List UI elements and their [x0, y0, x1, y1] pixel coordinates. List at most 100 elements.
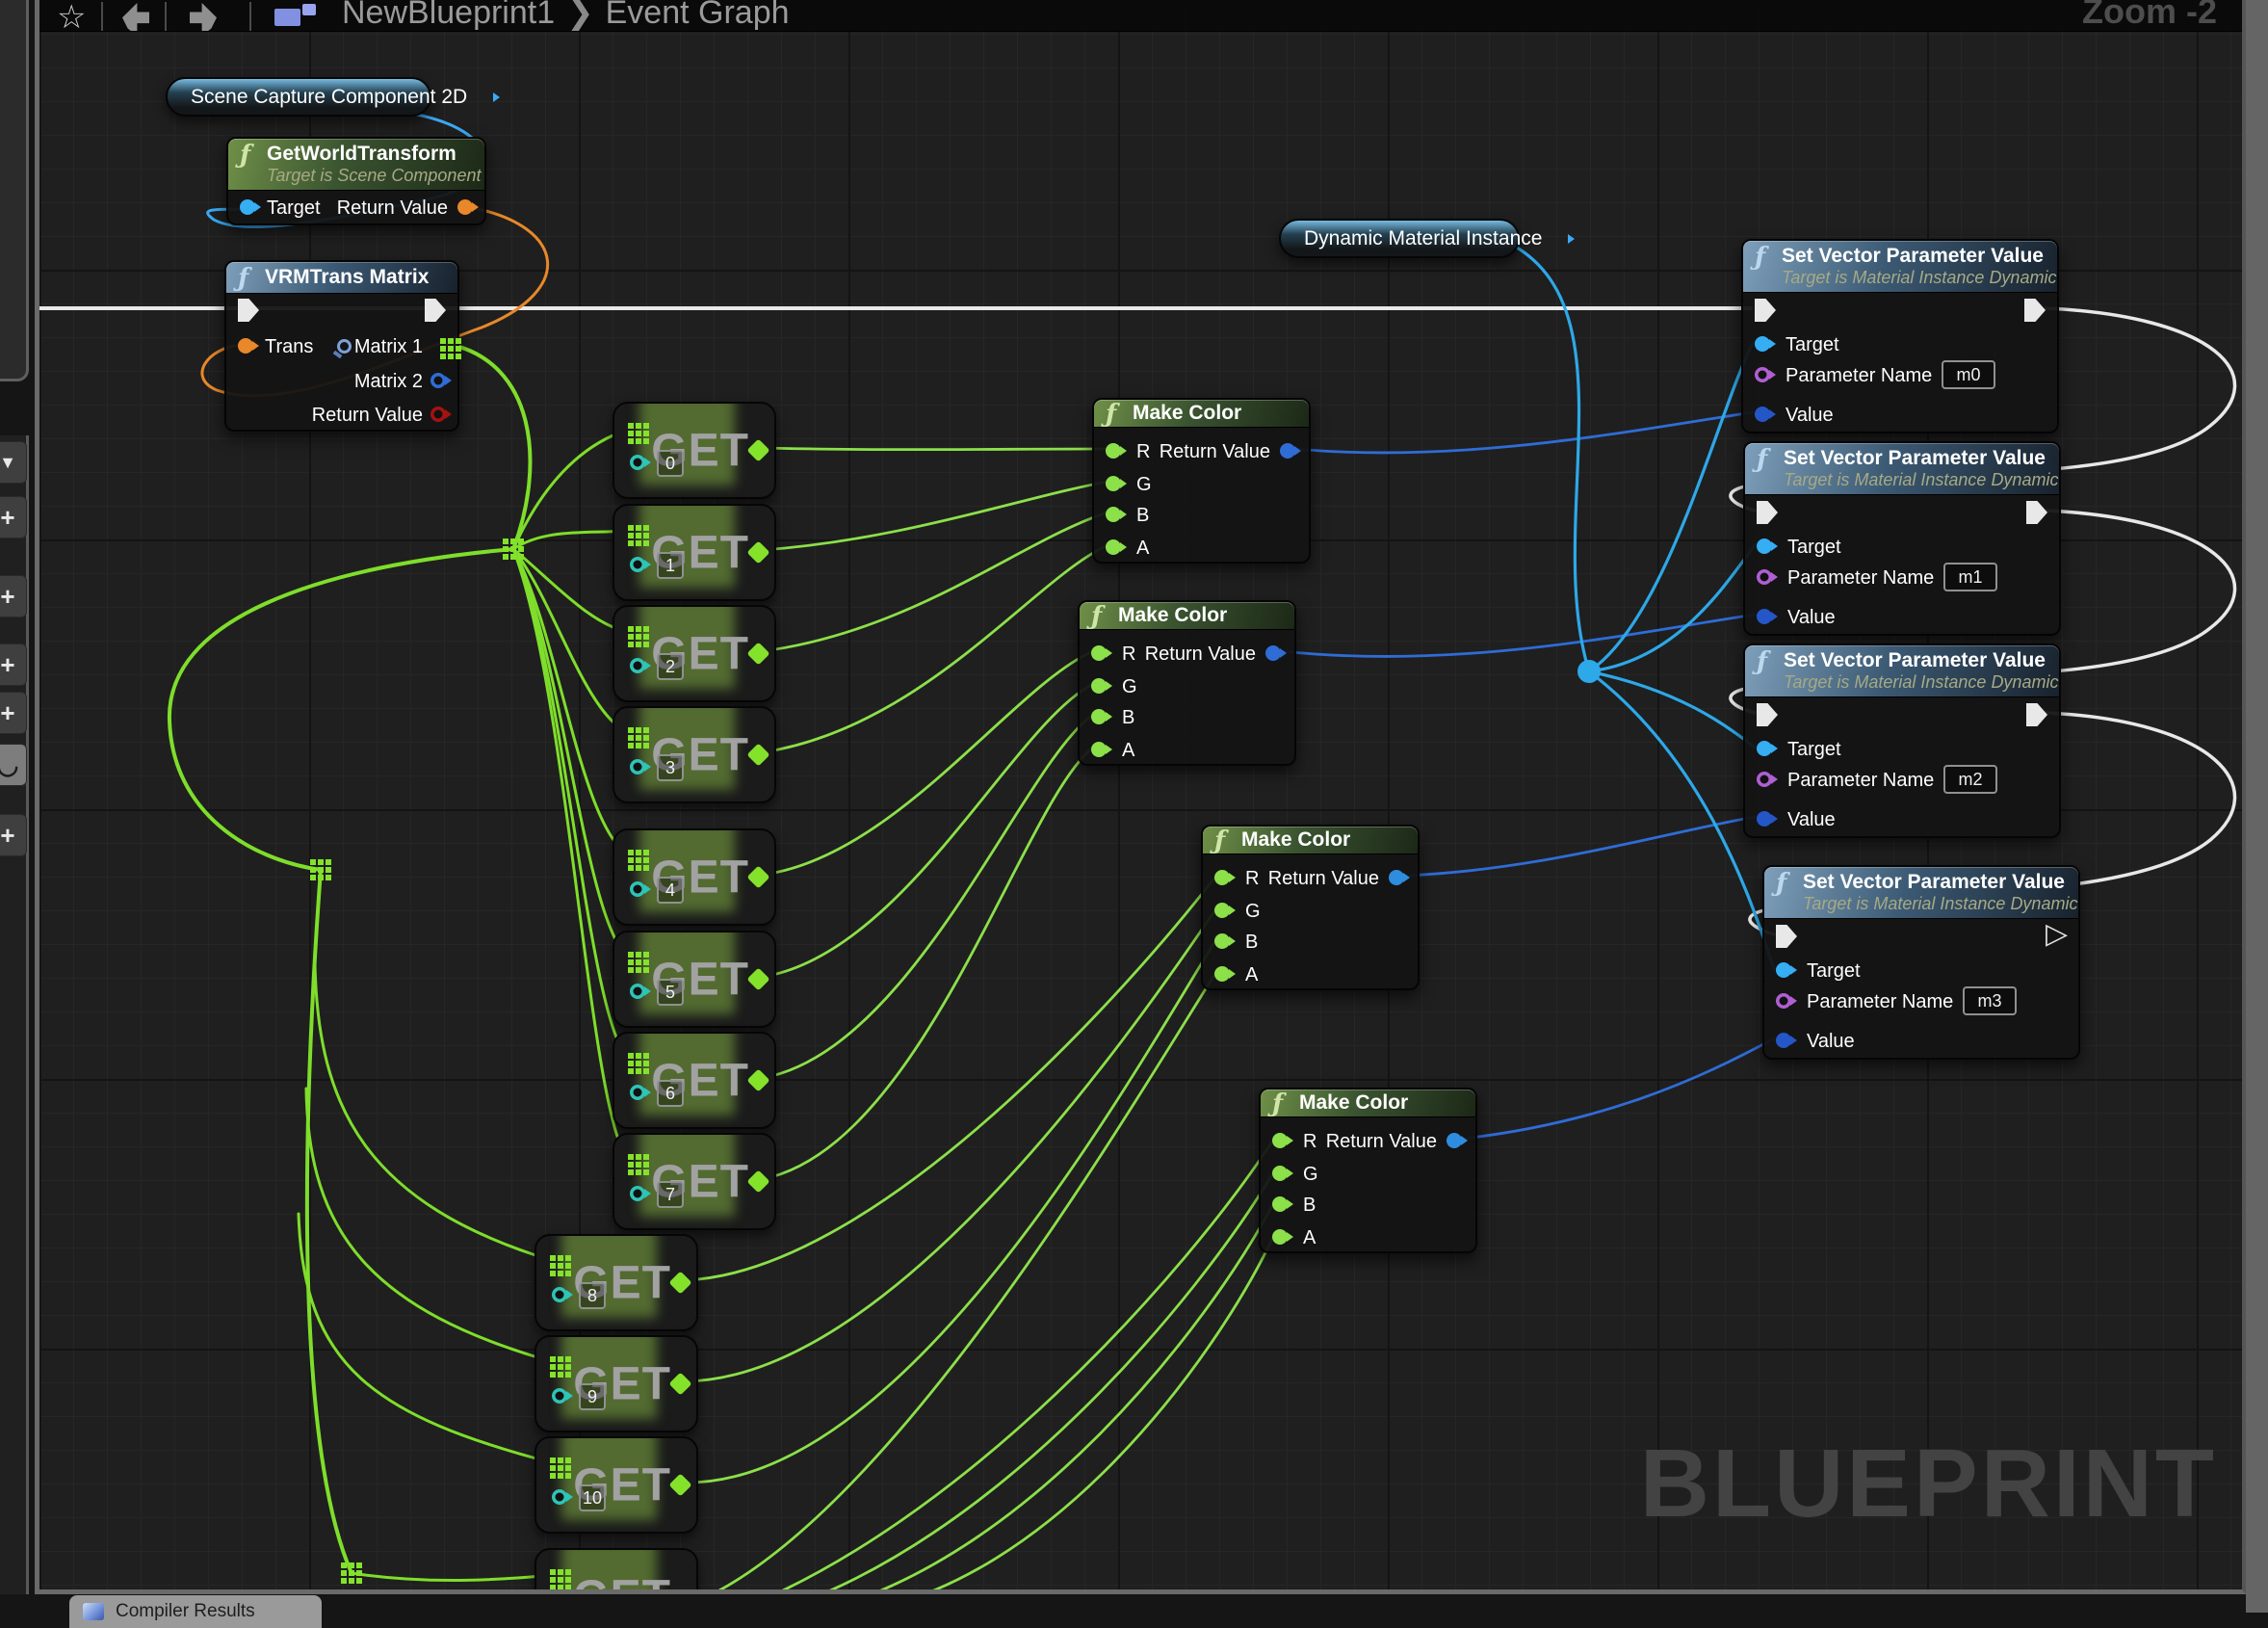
node-scene-capture-component[interactable]: Scene Capture Component 2D: [166, 77, 431, 117]
parameter-name-value[interactable]: m0: [1942, 360, 1995, 389]
array-input-pin[interactable]: [628, 626, 634, 632]
node-get-4[interactable]: GET 4: [613, 828, 776, 926]
element-output-pin[interactable]: [668, 1473, 691, 1496]
array-input-pin[interactable]: [628, 1154, 634, 1160]
index-value[interactable]: 5: [657, 979, 684, 1006]
color-output-pin[interactable]: [1447, 1133, 1462, 1148]
parameter-name-input-pin[interactable]: [1757, 772, 1772, 787]
b-input-pin[interactable]: [1106, 507, 1121, 522]
exec-input-pin[interactable]: [1776, 925, 1797, 948]
target-input-pin[interactable]: [240, 199, 255, 215]
reroute-node-array[interactable]: [310, 859, 316, 865]
parameter-name-value[interactable]: m2: [1943, 765, 1997, 794]
array-input-pin[interactable]: [628, 525, 634, 531]
favorite-star-icon[interactable]: ☆: [57, 0, 86, 32]
array-input-pin[interactable]: [550, 1356, 556, 1362]
b-input-pin[interactable]: [1091, 709, 1107, 724]
index-input-pin[interactable]: [630, 1085, 645, 1100]
element-output-pin[interactable]: [668, 1372, 691, 1395]
value-input-pin[interactable]: [1755, 407, 1770, 422]
node-dynamic-material-instance[interactable]: Dynamic Material Instance: [1279, 219, 1520, 258]
exec-input-pin[interactable]: [1755, 299, 1776, 322]
a-input-pin[interactable]: [1091, 742, 1107, 757]
g-input-pin[interactable]: [1091, 678, 1107, 694]
r-input-pin[interactable]: [1214, 870, 1230, 885]
array-input-pin[interactable]: [628, 952, 634, 958]
return-value-output-pin[interactable]: [430, 407, 446, 422]
parameter-name-input-pin[interactable]: [1757, 569, 1772, 585]
index-input-pin[interactable]: [630, 1186, 645, 1201]
eye-button[interactable]: ◡: [0, 744, 27, 786]
index-value[interactable]: 3: [657, 754, 684, 781]
g-input-pin[interactable]: [1272, 1166, 1288, 1181]
node-get-world-transform[interactable]: ƒ GetWorldTransform Target is Scene Comp…: [226, 137, 486, 225]
node-get-11-clipped[interactable]: GET: [534, 1548, 698, 1594]
index-value[interactable]: 9: [579, 1383, 606, 1410]
index-value[interactable]: 8: [579, 1282, 606, 1309]
target-input-pin[interactable]: [1776, 962, 1791, 978]
target-input-pin[interactable]: [1757, 538, 1772, 554]
node-vrmtrans-matrix[interactable]: ƒ VRMTrans Matrix Trans Matrix 1 Matrix …: [224, 260, 459, 432]
exec-input-pin[interactable]: [1757, 703, 1778, 726]
node-make-color-3[interactable]: ƒ Make Color R Return Value G B A: [1201, 825, 1420, 990]
node-get-6[interactable]: GET 6: [613, 1032, 776, 1129]
exec-output-pin[interactable]: [2026, 501, 2047, 524]
element-output-pin[interactable]: [746, 967, 769, 990]
magnifier-icon[interactable]: [337, 339, 352, 354]
array-input-pin[interactable]: [550, 1569, 556, 1575]
index-input-pin[interactable]: [630, 881, 645, 897]
target-input-pin[interactable]: [1757, 741, 1772, 756]
forward-arrow-icon[interactable]: [190, 3, 217, 32]
array-input-pin[interactable]: [628, 423, 634, 429]
element-output-pin[interactable]: [746, 743, 769, 766]
exec-output-pin[interactable]: [2026, 703, 2047, 726]
a-input-pin[interactable]: [1214, 966, 1230, 982]
r-input-pin[interactable]: [1091, 645, 1107, 661]
index-value[interactable]: 2: [657, 653, 684, 680]
exec-output-pin[interactable]: [425, 299, 446, 322]
value-input-pin[interactable]: [1776, 1033, 1791, 1048]
index-input-pin[interactable]: [552, 1489, 567, 1505]
element-output-pin[interactable]: [746, 865, 769, 888]
target-input-pin[interactable]: [1755, 336, 1770, 352]
reroute-node-object[interactable]: [1577, 660, 1601, 683]
node-set-vector-parameter-3[interactable]: ƒ Set Vector Parameter Value Target is M…: [1743, 643, 2061, 838]
matrix2-output-pin[interactable]: [430, 373, 446, 388]
breadcrumb-blueprint[interactable]: NewBlueprint1: [342, 0, 555, 31]
reroute-node-array[interactable]: [341, 1562, 347, 1568]
index-value[interactable]: 4: [657, 877, 684, 904]
b-input-pin[interactable]: [1214, 933, 1230, 949]
color-output-pin[interactable]: [1389, 870, 1404, 885]
index-value[interactable]: 10: [579, 1484, 606, 1511]
r-input-pin[interactable]: [1272, 1133, 1288, 1148]
parameter-name-input-pin[interactable]: [1776, 993, 1791, 1009]
parameter-name-input-pin[interactable]: [1755, 367, 1770, 382]
trans-input-pin[interactable]: [238, 338, 253, 354]
node-get-2[interactable]: GET 2: [613, 605, 776, 702]
node-get-7[interactable]: GET 7: [613, 1133, 776, 1230]
node-set-vector-parameter-1[interactable]: ƒ Set Vector Parameter Value Target is M…: [1741, 239, 2059, 433]
add-button-3[interactable]: +: [0, 643, 27, 686]
parameter-name-value[interactable]: m1: [1943, 563, 1997, 591]
element-output-pin[interactable]: [746, 540, 769, 564]
value-input-pin[interactable]: [1757, 811, 1772, 827]
element-output-pin[interactable]: [746, 438, 769, 461]
index-input-pin[interactable]: [630, 658, 645, 673]
node-set-vector-parameter-2[interactable]: ƒ Set Vector Parameter Value Target is M…: [1743, 441, 2061, 636]
index-value[interactable]: 7: [657, 1181, 684, 1208]
g-input-pin[interactable]: [1214, 903, 1230, 918]
element-output-pin[interactable]: [668, 1271, 691, 1294]
array-input-pin[interactable]: [550, 1457, 556, 1463]
array-input-pin[interactable]: [550, 1255, 556, 1261]
index-input-pin[interactable]: [630, 557, 645, 572]
node-get-5[interactable]: GET 5: [613, 931, 776, 1028]
a-input-pin[interactable]: [1272, 1229, 1288, 1245]
index-input-pin[interactable]: [552, 1388, 567, 1404]
exec-output-pin[interactable]: [2024, 299, 2046, 322]
array-input-pin[interactable]: [628, 1053, 634, 1059]
g-input-pin[interactable]: [1106, 476, 1121, 491]
back-arrow-icon[interactable]: [122, 3, 149, 32]
add-button-2[interactable]: +: [0, 575, 27, 617]
index-value[interactable]: 6: [657, 1080, 684, 1107]
index-value[interactable]: 0: [657, 450, 684, 477]
